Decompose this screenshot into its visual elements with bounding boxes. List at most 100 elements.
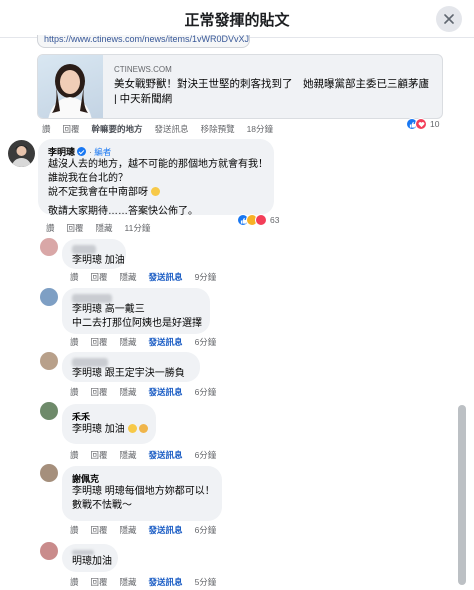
comment-text: 李明璁 加油 — [72, 255, 125, 266]
comment-reactions[interactable]: 63 — [237, 212, 279, 228]
love-reaction-icon — [255, 214, 267, 226]
comment-bubble: 謝佩克 李明璁 明璁每個地方妳都可以！ 數戰不怯戰～ — [62, 466, 222, 521]
comment-text: 李明璁 加油 — [72, 423, 148, 437]
link-preview-card[interactable]: CTINEWS.COM 美女戰野獸！對決王世堅的刺客找到了 她親曝黨部主委已三顧… — [37, 54, 443, 119]
author-badge: 編者 — [94, 146, 112, 157]
send-message-button[interactable]: 發送訊息 — [149, 386, 183, 398]
comment-author[interactable] — [72, 294, 200, 303]
hide-button[interactable]: 隱藏 — [120, 576, 137, 588]
comment-timestamp[interactable]: 9分鐘 — [195, 271, 217, 283]
pray-emoji-icon — [138, 424, 148, 433]
comment-actions: 讚 回覆 隱藏 11分鐘 — [46, 222, 150, 234]
hide-button[interactable]: 隱藏 — [120, 524, 137, 536]
verified-icon — [77, 147, 87, 156]
comment-timestamp[interactable]: 6分鐘 — [195, 386, 217, 398]
post-reactions[interactable]: 10 — [406, 116, 439, 132]
comment-reaction-count: 63 — [270, 215, 280, 225]
comment-text: 說不定我會在中南部呀 — [48, 186, 264, 200]
scrollbar[interactable] — [458, 405, 466, 585]
comment-bubble: 明璁加油 — [62, 544, 118, 572]
comment-actions: 讚 回覆 隱藏 發送訊息 6分鐘 — [70, 449, 216, 461]
comment-text: 明璁加油 — [72, 556, 112, 567]
reply-button[interactable]: 回覆 — [91, 271, 108, 283]
avatar[interactable] — [40, 288, 58, 306]
comment-bubble: 李明璁 跟王定宇決一勝負 — [62, 352, 200, 382]
comment-actions: 讚 回覆 隱藏 發送訊息 6分鐘 — [70, 336, 216, 348]
avatar[interactable] — [40, 542, 58, 560]
avatar[interactable] — [40, 352, 58, 370]
post-send-message-button[interactable]: 發送訊息 — [155, 123, 189, 135]
reply-button[interactable]: 回覆 — [91, 449, 108, 461]
send-message-button[interactable]: 發送訊息 — [149, 336, 183, 348]
send-message-button[interactable]: 發送訊息 — [149, 524, 183, 536]
comment-timestamp[interactable]: 6分鐘 — [195, 336, 217, 348]
post-like-button[interactable]: 讚 — [42, 123, 51, 135]
comment-text: 李明璁 明璁每個地方妳都可以！ — [72, 486, 215, 497]
shared-link[interactable]: https://www.ctinews.com/news/items/1vWR0… — [37, 35, 250, 48]
hide-button[interactable]: 隱藏 — [120, 386, 137, 398]
comment-actions: 讚 回覆 隱藏 發送訊息 6分鐘 — [70, 386, 216, 398]
dialog-header: 正常發揮的貼文 — [0, 0, 474, 38]
comment-text: 數戰不怯戰～ — [72, 500, 132, 511]
comment-text: 誰說我在台北的？ — [48, 173, 128, 184]
comment-text: 中二去打那位阿姨也是好選擇 — [72, 318, 202, 329]
comment-actions: 讚 回覆 隱藏 發送訊息 9分鐘 — [70, 271, 216, 283]
like-button[interactable]: 讚 — [70, 336, 79, 348]
like-button[interactable]: 讚 — [70, 386, 79, 398]
comment-author[interactable]: 禾禾 — [72, 410, 146, 423]
hide-button[interactable]: 隱藏 — [120, 336, 137, 348]
avatar[interactable] — [40, 402, 58, 420]
reply-button[interactable]: 回覆 — [67, 222, 84, 234]
avatar[interactable] — [8, 140, 35, 167]
preview-site: CTINEWS.COM — [114, 65, 172, 74]
comment-bubble: 李明璁 加油 — [62, 239, 126, 269]
comment-bubble: 禾禾 李明璁 加油 — [62, 404, 156, 444]
shared-link-url[interactable]: https://www.ctinews.com/news/items/1vWR0… — [44, 35, 249, 44]
close-button[interactable] — [436, 6, 462, 32]
post-reaction-count: 10 — [430, 119, 440, 129]
comment-author[interactable]: 謝佩克 — [72, 472, 212, 485]
send-message-button[interactable]: 發送訊息 — [149, 271, 183, 283]
comment-author[interactable]: 李明璁 · 編者 — [48, 145, 264, 158]
comment-bubble: 李明璁 · 編者 越沒人去的地方，越不可能的那個地方就會有我！ 誰說我在台北的？… — [38, 139, 274, 217]
like-button[interactable]: 讚 — [70, 449, 79, 461]
post-reply-button[interactable]: 回覆 — [63, 123, 80, 135]
preview-thumbnail — [38, 55, 103, 118]
reply-button[interactable]: 回覆 — [91, 336, 108, 348]
post-timestamp[interactable]: 18分鐘 — [247, 123, 273, 135]
like-button[interactable]: 讚 — [70, 271, 79, 283]
comment-text: 敬請大家期待……答案快公佈了。 — [48, 206, 198, 217]
comment-author[interactable] — [72, 245, 116, 254]
comment-text: 越沒人去的地方，越不可能的那個地方就會有我！ — [48, 159, 268, 170]
comment-text: 李明璁 跟王定宇決一勝負 — [72, 368, 185, 379]
reply-button[interactable]: 回覆 — [91, 524, 108, 536]
avatar[interactable] — [40, 464, 58, 482]
post-remove-preview-button[interactable]: 移除預覽 — [201, 123, 235, 135]
preview-headline[interactable]: 美女戰野獸！對決王世堅的刺客找到了 她親曝黨部主委已三顧茅廬 | 中天新聞網 — [114, 77, 434, 107]
hide-button[interactable]: 隱藏 — [96, 222, 113, 234]
comment-timestamp[interactable]: 11分鐘 — [125, 222, 151, 234]
comment-author[interactable] — [72, 358, 190, 367]
send-message-button[interactable]: 發送訊息 — [149, 576, 183, 588]
avatar[interactable] — [40, 238, 58, 256]
dialog-title: 正常發揮的貼文 — [184, 12, 290, 29]
hide-button[interactable]: 隱藏 — [120, 271, 137, 283]
send-message-button[interactable]: 發送訊息 — [149, 449, 183, 461]
comment-timestamp[interactable]: 6分鐘 — [195, 449, 217, 461]
like-button[interactable]: 讚 — [70, 576, 79, 588]
hide-button[interactable]: 隱藏 — [120, 449, 137, 461]
reply-button[interactable]: 回覆 — [91, 576, 108, 588]
like-button[interactable]: 讚 — [70, 524, 79, 536]
post-hide-button[interactable]: 幹嘛要的地方 — [92, 123, 143, 135]
comment-bubble: 李明璁 高一戴三 中二去打那位阿姨也是好選擇 — [62, 288, 210, 334]
reply-button[interactable]: 回覆 — [91, 386, 108, 398]
comment-text: 李明璁 高一戴三 — [72, 304, 145, 315]
comment-timestamp[interactable]: 5分鐘 — [195, 576, 217, 588]
comment-actions: 讚 回覆 隱藏 發送訊息 6分鐘 — [70, 524, 216, 536]
post-actions: 讚 回覆 幹嘛要的地方 發送訊息 移除預覽 18分鐘 — [42, 123, 273, 135]
love-reaction-icon — [415, 118, 427, 130]
like-button[interactable]: 讚 — [46, 222, 55, 234]
comment-actions: 讚 回覆 隱藏 發送訊息 5分鐘 — [70, 576, 216, 588]
comment-timestamp[interactable]: 6分鐘 — [195, 524, 217, 536]
close-icon — [444, 14, 454, 24]
